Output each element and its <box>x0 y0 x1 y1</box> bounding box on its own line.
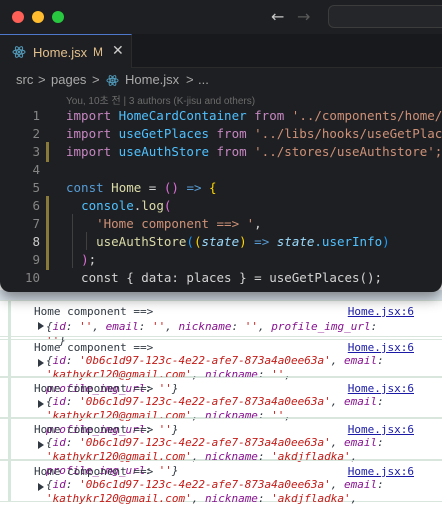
log-label: Home component ==> <box>34 305 154 318</box>
log-id-value: '' <box>79 320 93 333</box>
react-icon <box>12 46 26 58</box>
back-arrow-icon[interactable]: ← <box>271 7 284 26</box>
code-line: 9 ); <box>0 250 442 270</box>
console-log-entry[interactable]: Home component ==> Home.jsx:6 {id: '0b6c… <box>0 418 442 477</box>
breadcrumb-more[interactable]: ... <box>198 72 209 87</box>
console-log-entry[interactable]: Home component ==> Home.jsx:6 {id: '0b6c… <box>0 460 442 507</box>
code-line: 8 useAuthStore((state) => state.userInfo… <box>0 232 442 252</box>
line-number: 7 <box>32 216 40 231</box>
line-number: 8 <box>32 234 40 249</box>
log-nickname-value: 'akdjfladka' <box>271 492 351 505</box>
close-window-button[interactable] <box>12 11 24 23</box>
tab-home-jsx[interactable]: Home.jsx M ✕ <box>0 34 132 68</box>
git-change-marker <box>46 214 49 234</box>
expand-triangle-icon[interactable] <box>38 400 44 408</box>
log-object: {id: '0b6c1d97-123c-4e22-afe7-873a4a0ee6… <box>46 478 394 507</box>
maximize-window-button[interactable] <box>52 11 64 23</box>
code-line: 3 import useAuthStore from '../stores/us… <box>0 142 442 162</box>
log-source-link[interactable]: Home.jsx:6 <box>348 341 414 354</box>
console-log-entry[interactable]: Home component ==> Home.jsx:6 {id: '', e… <box>0 300 442 347</box>
log-id-value: '0b6c1d97-123c-4e22-afe7-873a4a0ee63a' <box>79 395 331 408</box>
tab-label: Home.jsx <box>33 45 88 60</box>
line-number: 3 <box>32 144 40 159</box>
line-number: 4 <box>32 162 40 177</box>
console-log-entry[interactable]: Home component ==> Home.jsx:6 {id: '0b6c… <box>0 377 442 436</box>
log-label: Home component ==> <box>34 465 154 478</box>
line-number: 9 <box>32 252 40 267</box>
expand-triangle-icon[interactable] <box>38 483 44 491</box>
indent-guide <box>72 214 73 268</box>
code-line: 4 <box>0 160 442 180</box>
log-gutter <box>8 419 11 459</box>
breadcrumb-file[interactable]: Home.jsx <box>125 72 179 87</box>
log-gutter <box>8 301 11 339</box>
line-number: 10 <box>24 270 40 285</box>
expand-triangle-icon[interactable] <box>38 359 44 367</box>
log-id-value: '0b6c1d97-123c-4e22-afe7-873a4a0ee63a' <box>79 436 331 449</box>
line-number: 5 <box>32 180 40 195</box>
breadcrumb-pages[interactable]: pages <box>51 72 86 87</box>
log-gutter <box>8 461 11 501</box>
log-gutter <box>8 337 11 376</box>
code-line: 6 console.log( <box>0 196 442 216</box>
code-line: 1 import HomeCardContainer from '../comp… <box>0 106 442 126</box>
log-gutter <box>8 378 11 417</box>
expand-triangle-icon[interactable] <box>38 322 44 330</box>
minimize-window-button[interactable] <box>32 11 44 23</box>
forward-arrow-icon[interactable]: → <box>297 7 310 26</box>
log-id-value: '0b6c1d97-123c-4e22-afe7-873a4a0ee63a' <box>79 478 331 491</box>
code-line: 5 const Home = () => { <box>0 178 442 198</box>
code-editor-window: ← → Home.jsx M ✕ src > pages > Home.jsx <box>0 0 442 292</box>
log-source-link[interactable]: Home.jsx:6 <box>348 423 414 436</box>
log-id-value: '0b6c1d97-123c-4e22-afe7-873a4a0ee63a' <box>79 354 331 367</box>
git-change-marker <box>46 142 49 162</box>
log-source-link[interactable]: Home.jsx:6 <box>348 465 414 478</box>
indent-guide <box>86 232 87 250</box>
git-change-marker <box>46 232 49 252</box>
react-icon <box>106 75 119 86</box>
chevron-right-icon: > <box>92 72 100 87</box>
log-email-value: 'kathykr120@gmail.com' <box>46 492 192 505</box>
code-line: 2 import useGetPlaces from '../libs/hook… <box>0 124 442 144</box>
git-blame-annotation: You, 10초 전 | 3 authors (K-jisu and other… <box>66 96 256 107</box>
tab-bar: Home.jsx M ✕ <box>0 34 442 68</box>
code-line: 10 const { data: places } = useGetPlaces… <box>0 268 442 288</box>
line-number: 1 <box>32 108 40 123</box>
log-email-value: '' <box>152 320 166 333</box>
line-number: 2 <box>32 126 40 141</box>
code-line: 7 'Home component ==> ', <box>0 214 442 234</box>
expand-triangle-icon[interactable] <box>38 441 44 449</box>
breadcrumb-src[interactable]: src <box>16 72 33 87</box>
log-nickname-value: '' <box>244 320 258 333</box>
command-search-box[interactable] <box>328 5 442 28</box>
log-label: Home component ==> <box>34 382 154 395</box>
log-source-link[interactable]: Home.jsx:6 <box>348 305 414 318</box>
console-log-entry[interactable]: Home component ==> Home.jsx:6 {id: '0b6c… <box>0 336 442 395</box>
chevron-right-icon: > <box>38 72 46 87</box>
line-number: 6 <box>32 198 40 213</box>
git-change-marker <box>46 250 49 270</box>
modified-badge: M <box>93 45 103 59</box>
git-change-marker <box>46 196 49 216</box>
log-label: Home component ==> <box>34 423 154 436</box>
breadcrumb: src > pages > Home.jsx > ... <box>0 68 442 92</box>
code-area[interactable]: 1 import HomeCardContainer from '../comp… <box>0 106 442 292</box>
chevron-right-icon: > <box>186 72 194 87</box>
title-bar: ← → <box>0 0 442 34</box>
log-label: Home component ==> <box>34 341 154 354</box>
close-tab-icon[interactable]: ✕ <box>112 43 124 59</box>
log-source-link[interactable]: Home.jsx:6 <box>348 382 414 395</box>
